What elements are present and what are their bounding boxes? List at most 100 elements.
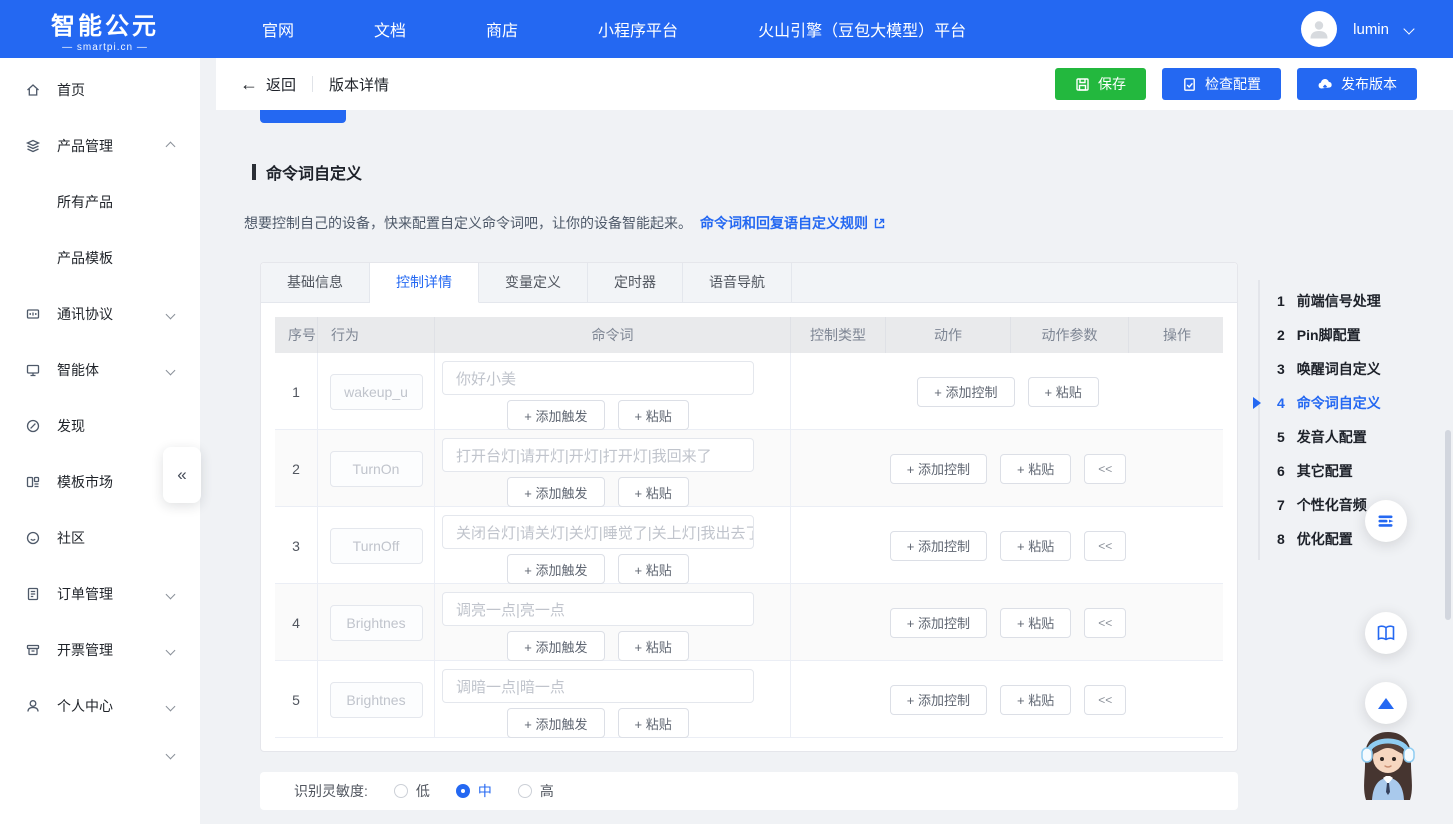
paste-control-button[interactable]: + 粘贴 (1000, 531, 1071, 561)
add-trigger-button[interactable]: + 添加触发 (507, 631, 604, 661)
doc-check-icon (1182, 77, 1197, 92)
publish-version-button[interactable]: 发布版本 (1297, 68, 1417, 100)
paste-trigger-button[interactable]: + 粘贴 (618, 477, 689, 507)
check-config-button[interactable]: 检查配置 (1162, 68, 1281, 100)
behavior-input[interactable]: wakeup_u (330, 374, 423, 410)
user-avatar[interactable] (1301, 11, 1337, 47)
page-scrollbar-thumb[interactable] (1445, 430, 1451, 620)
behavior-input[interactable]: Brightnes (330, 682, 423, 718)
logo[interactable]: 智能公元 — smartpi.cn — (0, 6, 210, 53)
command-input[interactable]: 你好小美 (442, 361, 754, 395)
collapse-row-button[interactable]: << (1084, 531, 1126, 561)
save-button[interactable]: 保存 (1055, 68, 1146, 100)
collapse-row-button[interactable]: << (1084, 608, 1126, 638)
paste-trigger-button[interactable]: + 粘贴 (618, 400, 689, 430)
collapse-row-button[interactable]: << (1084, 454, 1126, 484)
behavior-input[interactable]: Brightnes (330, 605, 423, 641)
radio-option-high[interactable]: 高 (518, 781, 554, 801)
add-control-button[interactable]: + 添加控制 (890, 685, 987, 715)
paste-trigger-button[interactable]: + 粘贴 (618, 554, 689, 584)
layers-icon (25, 138, 41, 154)
sidebar-item-all-products[interactable]: 所有产品 (0, 174, 200, 230)
command-input[interactable]: 调亮一点|亮一点 (442, 592, 754, 626)
sidebar-item-label: 订单管理 (57, 584, 113, 604)
add-control-button[interactable]: + 添加控制 (890, 454, 987, 484)
tab-variable-definition[interactable]: 变量定义 (479, 263, 588, 302)
nav-item-miniprogram[interactable]: 小程序平台 (598, 17, 678, 41)
command-input[interactable]: 调暗一点|暗一点 (442, 669, 754, 703)
tab-bar: 基础信息 控制详情 变量定义 定时器 语音导航 (261, 263, 1237, 303)
docs-fab[interactable] (1365, 612, 1407, 654)
order-doc-icon (25, 586, 41, 602)
step-other-config[interactable]: 6其它配置 (1260, 454, 1381, 488)
add-control-button[interactable]: + 添加控制 (917, 377, 1014, 407)
step-pin-config[interactable]: 2Pin脚配置 (1260, 318, 1381, 352)
paste-control-button[interactable]: + 粘贴 (1000, 454, 1071, 484)
rule-link[interactable]: 命令词和回复语自定义规则 (700, 213, 886, 233)
sidebar-extra-item[interactable] (0, 734, 200, 774)
paste-control-button[interactable]: + 粘贴 (1028, 377, 1099, 407)
sidebar-item-discover[interactable]: 发现 (0, 398, 200, 454)
back-button[interactable]: ← 返回 (240, 74, 296, 95)
step-wakeword-custom[interactable]: 3唤醒词自定义 (1260, 352, 1381, 386)
back-to-top-fab[interactable] (1365, 682, 1407, 724)
partial-add-button[interactable] (260, 110, 346, 123)
nav-item-docs[interactable]: 文档 (374, 17, 406, 41)
sensitivity-bar: 识别灵敏度: 低 中 高 (260, 772, 1238, 810)
radio-label[interactable]: 中 (478, 781, 492, 801)
paste-trigger-button[interactable]: + 粘贴 (618, 708, 689, 738)
step-label: 其它配置 (1297, 461, 1353, 481)
radio-option-low[interactable]: 低 (394, 781, 430, 801)
sidebar-collapse-button[interactable]: « (163, 447, 201, 503)
behavior-input[interactable]: TurnOff (330, 528, 423, 564)
step-voice-config[interactable]: 5发音人配置 (1260, 420, 1381, 454)
collapse-row-button[interactable]: << (1084, 685, 1126, 715)
sidebar-item-personal-center[interactable]: 个人中心 (0, 678, 200, 734)
tab-timer[interactable]: 定时器 (588, 263, 683, 302)
sidebar-item-invoice-management[interactable]: 开票管理 (0, 622, 200, 678)
add-trigger-button[interactable]: + 添加触发 (507, 400, 604, 430)
radio-selected-icon[interactable] (456, 784, 470, 798)
radio-label[interactable]: 高 (540, 781, 554, 801)
radio-icon[interactable] (518, 784, 532, 798)
table-row: 2 TurnOn 打开台灯|请开灯|开灯|打开灯|我回来了 + 添加触发 + 粘… (275, 430, 1223, 507)
add-trigger-button[interactable]: + 添加触发 (507, 708, 604, 738)
sidebar-item-order-management[interactable]: 订单管理 (0, 566, 200, 622)
radio-option-medium[interactable]: 中 (456, 781, 492, 801)
step-frontend-signal[interactable]: 1前端信号处理 (1260, 284, 1381, 318)
add-trigger-button[interactable]: + 添加触发 (507, 477, 604, 507)
sidebar-item-agent[interactable]: 智能体 (0, 342, 200, 398)
step-label: 命令词自定义 (1297, 393, 1381, 413)
sidebar-item-product-templates[interactable]: 产品模板 (0, 230, 200, 286)
user-menu[interactable]: lumin (1301, 11, 1413, 47)
sidebar-item-product-management[interactable]: 产品管理 (0, 118, 200, 174)
add-control-button[interactable]: + 添加控制 (890, 531, 987, 561)
nav-item-store[interactable]: 商店 (486, 17, 518, 41)
config-nav-fab[interactable] (1365, 500, 1407, 542)
sidebar-item-community[interactable]: 社区 (0, 510, 200, 566)
section-title-text: 命令词自定义 (266, 160, 362, 184)
assistant-avatar[interactable] (1352, 726, 1424, 808)
sidebar: 首页 产品管理 所有产品 产品模板 通讯协议 智能体 发现 模板市场 社区 订单… (0, 58, 200, 824)
sidebar-item-home[interactable]: 首页 (0, 62, 200, 118)
tab-basic-info[interactable]: 基础信息 (261, 263, 370, 302)
paste-control-button[interactable]: + 粘贴 (1000, 685, 1071, 715)
paste-trigger-button[interactable]: + 粘贴 (618, 631, 689, 661)
step-command-custom[interactable]: 4命令词自定义 (1260, 386, 1381, 420)
chevron-down-icon (166, 701, 176, 711)
radio-icon[interactable] (394, 784, 408, 798)
behavior-input[interactable]: TurnOn (330, 451, 423, 487)
step-personal-audio[interactable]: 7个性化音频 (1260, 488, 1381, 522)
tab-voice-navigation[interactable]: 语音导航 (683, 263, 792, 302)
tab-control-detail[interactable]: 控制详情 (370, 263, 479, 303)
command-input[interactable]: 关闭台灯|请关灯|关灯|睡觉了|关上灯|我出去了 (442, 515, 754, 549)
sidebar-item-protocol[interactable]: 通讯协议 (0, 286, 200, 342)
add-control-button[interactable]: + 添加控制 (890, 608, 987, 638)
command-input[interactable]: 打开台灯|请开灯|开灯|打开灯|我回来了 (442, 438, 754, 472)
step-optimize-config[interactable]: 8优化配置 (1260, 522, 1381, 556)
nav-item-official-site[interactable]: 官网 (262, 17, 294, 41)
nav-item-volcengine[interactable]: 火山引擎（豆包大模型）平台 (758, 17, 966, 41)
add-trigger-button[interactable]: + 添加触发 (507, 554, 604, 584)
paste-control-button[interactable]: + 粘贴 (1000, 608, 1071, 638)
radio-label[interactable]: 低 (416, 781, 430, 801)
